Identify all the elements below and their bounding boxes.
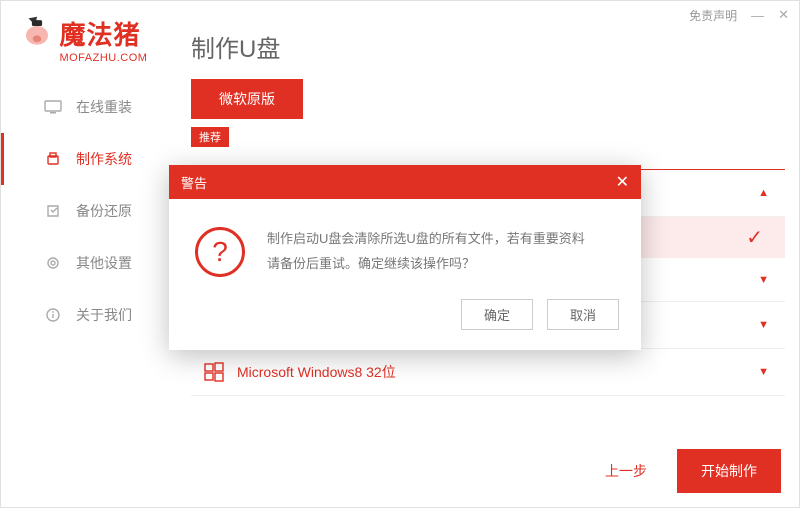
dialog-title: 警告 — [181, 173, 207, 192]
pig-icon — [19, 15, 55, 49]
page-title: 制作U盘 — [191, 29, 280, 64]
os-row-win8-32[interactable]: Microsoft Windows8 32位 ▼ — [191, 349, 785, 396]
prev-button[interactable]: 上一步 — [587, 451, 665, 491]
logo-text: 魔法猪 — [59, 15, 147, 52]
usb-icon — [44, 152, 62, 166]
ok-button[interactable]: 确定 — [461, 299, 533, 330]
logo-subtext: MOFAZHU.COM — [59, 52, 147, 64]
recommend-badge: 推荐 — [191, 127, 229, 147]
disclaimer-link[interactable]: 免责声明 — [689, 7, 737, 24]
sidebar: 在线重装 制作系统 备份还原 其他设置 关于我们 — [1, 81, 176, 341]
sidebar-item-label: 关于我们 — [76, 305, 132, 325]
dialog-message: 制作启动U盘会清除所选U盘的所有文件，若有重要资料 请备份后重试。确定继续该操作… — [267, 227, 585, 277]
sidebar-item-about[interactable]: 关于我们 — [1, 289, 176, 341]
warning-dialog: 警告 ✕ ? 制作启动U盘会清除所选U盘的所有文件，若有重要资料 请备份后重试。… — [169, 165, 641, 350]
question-icon: ? — [195, 227, 245, 277]
dialog-close-icon[interactable]: ✕ — [616, 172, 629, 192]
tab-microsoft-original[interactable]: 微软原版 — [191, 79, 303, 119]
cancel-button[interactable]: 取消 — [547, 299, 619, 330]
sidebar-item-label: 其他设置 — [76, 253, 132, 273]
monitor-icon — [44, 100, 62, 114]
start-button[interactable]: 开始制作 — [677, 449, 781, 493]
close-button[interactable]: ✕ — [778, 7, 789, 23]
sidebar-item-settings[interactable]: 其他设置 — [1, 237, 176, 289]
backup-icon — [44, 204, 62, 218]
logo: 魔法猪 MOFAZHU.COM — [19, 15, 164, 64]
gear-icon — [44, 256, 62, 270]
sidebar-item-reinstall[interactable]: 在线重装 — [1, 81, 176, 133]
sidebar-item-label: 备份还原 — [76, 201, 132, 221]
os-name: Microsoft Windows8 32位 — [237, 362, 396, 382]
sidebar-item-label: 在线重装 — [76, 97, 132, 117]
sidebar-item-backup[interactable]: 备份还原 — [1, 185, 176, 237]
chevron-down-icon: ▼ — [758, 274, 769, 286]
chevron-down-icon: ▼ — [758, 319, 769, 331]
minimize-button[interactable]: — — [751, 8, 764, 23]
windows-icon — [203, 361, 225, 383]
check-icon: ✓ — [746, 225, 763, 250]
info-icon — [44, 308, 62, 322]
chevron-down-icon: ▼ — [758, 366, 769, 378]
sidebar-item-make-system[interactable]: 制作系统 — [1, 133, 176, 185]
chevron-up-icon: ▲ — [758, 187, 769, 199]
sidebar-item-label: 制作系统 — [76, 149, 132, 169]
